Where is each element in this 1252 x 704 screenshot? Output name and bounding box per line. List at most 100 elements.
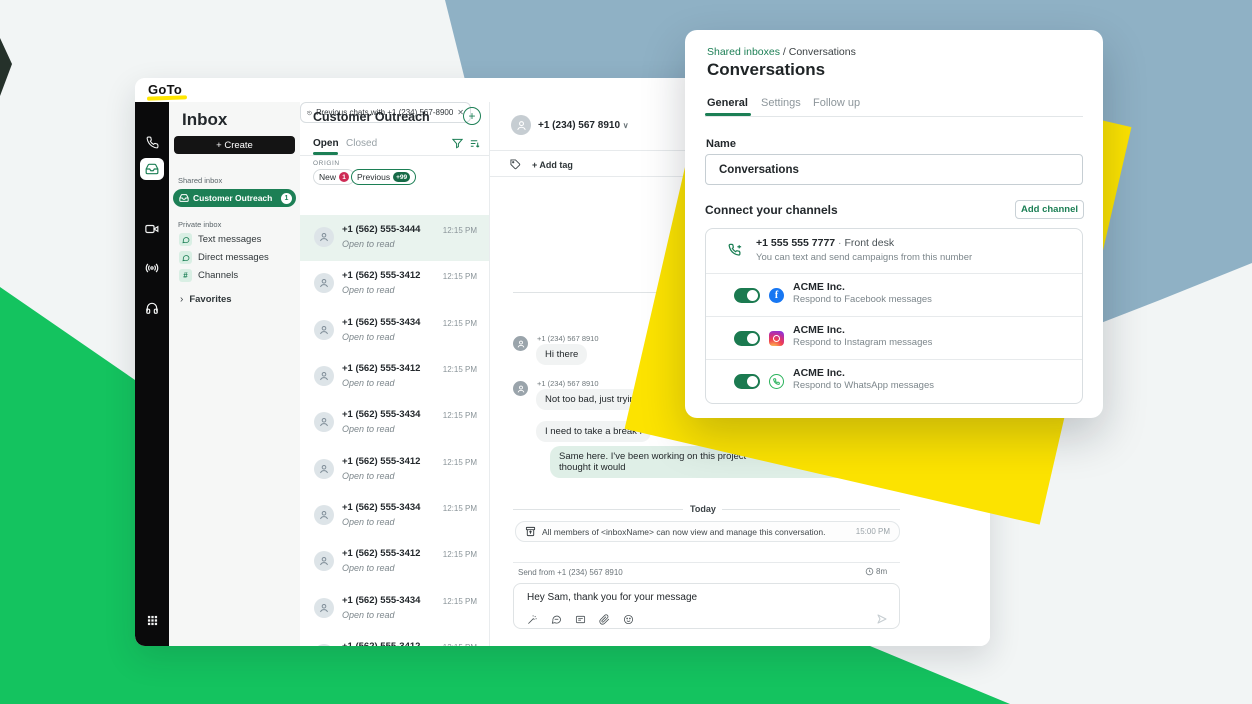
chat-contact-name[interactable]: +1 (234) 567 8910 ∨	[538, 120, 629, 131]
phone-icon[interactable]	[135, 129, 169, 155]
inbox-title: Inbox	[182, 110, 227, 130]
conversation-list-panel: Customer Outreach + Open Closed ORIGIN N…	[300, 102, 490, 646]
tab-settings[interactable]: Settings	[761, 97, 801, 109]
add-tag-button[interactable]: + Add tag	[532, 160, 573, 170]
channels-card: +1 555 555 7777 · Front desk You can tex…	[705, 228, 1083, 404]
send-from-label[interactable]: Send from +1 (234) 567 8910	[518, 568, 623, 577]
attachment-icon[interactable]	[599, 614, 610, 625]
breadcrumb: Shared inboxes / Conversations	[707, 46, 856, 58]
inbox-settings-card: Shared inboxes / Conversations Conversat…	[685, 30, 1103, 418]
conversation-list-item[interactable]: +1 (562) 555-3412 Open to read 12:15 PM	[300, 354, 489, 400]
inbox-icon-active[interactable]	[140, 158, 164, 180]
breadcrumb-separator: /	[783, 46, 786, 58]
channel-toggle-on[interactable]	[734, 331, 760, 346]
conversation-list-item[interactable]: +1 (562) 555-3434 Open to read 12:15 PM	[300, 400, 489, 446]
date-divider-line	[513, 292, 660, 293]
emoji-icon[interactable]	[623, 614, 634, 625]
new-count-badge: 1	[339, 172, 349, 182]
message-avatar	[513, 336, 528, 351]
contact-avatar	[314, 551, 334, 571]
sidebar-item-text-messages[interactable]: Text messages	[179, 233, 261, 246]
chat-icon	[179, 233, 192, 246]
tab-closed[interactable]: Closed	[346, 138, 377, 149]
sidebar-item-favorites[interactable]: › Favorites	[180, 294, 232, 305]
conversation-list-item[interactable]: +1 (562) 555-3412 Open to read 12:15 PM	[300, 632, 489, 646]
inbox-panel: Inbox + Create Shared inbox Customer Out…	[169, 102, 300, 646]
composer-input[interactable]: Hey Sam, thank you for your message	[527, 592, 697, 603]
breadcrumb-parent-link[interactable]: Shared inboxes	[707, 46, 780, 58]
message-composer[interactable]: Hey Sam, thank you for your message	[513, 583, 900, 629]
template-icon[interactable]	[575, 614, 586, 625]
phone-channel-row: +1 555 555 7777 · Front desk You can tex…	[706, 229, 1082, 274]
channel-toggle-on[interactable]	[734, 374, 760, 389]
unarchive-icon	[525, 526, 536, 537]
filter-icon[interactable]	[452, 138, 463, 149]
phone-channel-title: +1 555 555 7777 · Front desk	[756, 237, 894, 249]
contact-avatar	[314, 366, 334, 386]
chip-previous[interactable]: Previous +99	[351, 169, 416, 185]
instagram-icon	[769, 331, 784, 346]
chevron-down-icon: ∨	[623, 121, 629, 130]
support-agent-icon[interactable]	[135, 295, 169, 321]
name-input[interactable]: Conversations	[705, 154, 1083, 185]
sidebar-item-direct-messages[interactable]: Direct messages	[179, 251, 269, 264]
app-grid-icon[interactable]	[135, 607, 169, 633]
create-button[interactable]: + Create	[174, 136, 295, 154]
tab-open[interactable]: Open	[313, 138, 339, 149]
shared-inbox-label: Customer Outreach	[193, 193, 277, 203]
conversation-list-item[interactable]: +1 (562) 555-3434 Open to read 12:15 PM	[300, 308, 489, 354]
broadcast-icon[interactable]	[135, 255, 169, 281]
conversation-list-item[interactable]: +1 (562) 555-3412 Open to read 12:15 PM	[300, 261, 489, 307]
system-message-time: 15:00 PM	[856, 527, 890, 536]
conversation-list-item[interactable]: +1 (562) 555-3444 Open to read 12:15 PM	[300, 215, 489, 261]
toggle-knob	[747, 333, 758, 344]
instagram-channel-row: ACME Inc. Respond to Instagram messages	[706, 317, 1082, 360]
new-conversation-button[interactable]: +	[463, 107, 481, 125]
send-icon[interactable]	[876, 613, 888, 625]
phone-channel-description: You can text and send campaigns from thi…	[756, 252, 972, 263]
unread-badge: 1	[281, 193, 292, 204]
contact-avatar	[314, 227, 334, 247]
facebook-channel-row: f ACME Inc. Respond to Facebook messages	[706, 274, 1082, 317]
contact-avatar	[314, 644, 334, 646]
conversation-list-item[interactable]: +1 (562) 555-3412 Open to read 12:15 PM	[300, 447, 489, 493]
whatsapp-icon	[769, 374, 784, 389]
expand-rail-icon[interactable]: »	[135, 644, 169, 646]
tabs-divider	[705, 116, 1083, 117]
composer-toolbar	[527, 614, 634, 625]
chip-new[interactable]: New 1	[313, 169, 355, 185]
canned-response-icon[interactable]	[551, 614, 562, 625]
facebook-icon: f	[769, 288, 784, 303]
shared-inbox-section-label: Shared inbox	[178, 176, 222, 185]
message-sender: +1 (234) 567 8910	[537, 334, 599, 343]
sort-icon[interactable]	[469, 138, 480, 149]
ai-compose-icon[interactable]	[527, 614, 538, 625]
channel-toggle-on[interactable]	[734, 288, 760, 303]
meetings-icon[interactable]	[135, 216, 169, 242]
system-message: All members of <inboxName> can now view …	[515, 521, 900, 542]
add-channel-button[interactable]: Add channel	[1015, 200, 1084, 219]
sidebar-item-channels[interactable]: # Channels	[179, 269, 238, 282]
tab-general[interactable]: General	[707, 97, 748, 109]
toggle-knob	[747, 290, 758, 301]
date-divider-line	[722, 509, 900, 510]
history-icon	[307, 108, 312, 118]
composer-divider	[513, 562, 900, 563]
date-divider-line	[513, 509, 683, 510]
sidebar-item-customer-outreach[interactable]: Customer Outreach 1	[173, 189, 296, 207]
chat-icon	[179, 251, 192, 264]
contact-avatar	[314, 505, 334, 525]
conversation-list-item[interactable]: +1 (562) 555-3434 Open to read 12:15 PM	[300, 493, 489, 539]
page-title: Conversations	[707, 60, 825, 80]
date-divider-today: Today	[690, 504, 716, 514]
phone-channel-icon	[728, 243, 743, 258]
conversation-list-item[interactable]: +1 (562) 555-3434 Open to read 12:15 PM	[300, 586, 489, 632]
incoming-message: Hi there	[536, 344, 587, 365]
private-inbox-section-label: Private inbox	[178, 220, 221, 229]
list-title: Customer Outreach	[313, 110, 430, 124]
marketing-canvas: GoTo » Inbox + Cr	[0, 0, 1252, 704]
conversation-list-item[interactable]: +1 (562) 555-3412 Open to read 12:15 PM	[300, 539, 489, 585]
contact-avatar	[314, 459, 334, 479]
tab-follow-up[interactable]: Follow up	[813, 97, 860, 109]
channels-heading: Connect your channels	[705, 203, 838, 217]
